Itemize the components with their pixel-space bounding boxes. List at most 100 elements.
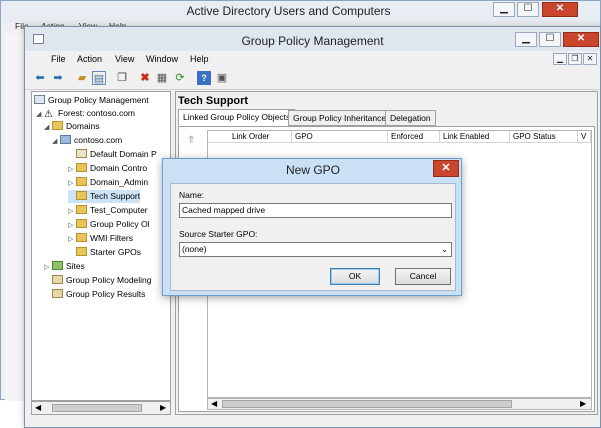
ou-icon	[76, 177, 87, 186]
tab-delegation[interactable]: Delegation	[385, 110, 436, 126]
column-gpo[interactable]: GPO	[292, 131, 388, 143]
expand-icon[interactable]: ▷	[68, 205, 76, 218]
tree-item-gp-results[interactable]: Group Policy Results	[44, 288, 145, 301]
gpm-minimize-button[interactable]: ▁	[515, 32, 537, 47]
ad-maximize-button[interactable]: ☐	[517, 2, 539, 17]
gpm-maximize-button[interactable]: ☐	[539, 32, 561, 47]
scroll-right-icon[interactable]: ▶	[160, 403, 166, 412]
tree-item-gpo-container[interactable]: ▷ Group Policy Ol	[68, 218, 150, 231]
folder-icon	[76, 233, 87, 242]
column-gpo-status[interactable]: GPO Status	[510, 131, 578, 143]
gpo-name-input[interactable]: Cached mapped drive	[179, 203, 452, 218]
gpo-link-icon	[76, 149, 87, 158]
tree-item-label: Domains	[66, 121, 100, 131]
column-link-order[interactable]: Link Order	[208, 131, 292, 143]
back-arrow-icon[interactable]: ⬅	[33, 71, 47, 85]
name-label: Name:	[179, 190, 205, 200]
forward-arrow-icon[interactable]: ➡	[51, 71, 65, 85]
help-icon[interactable]: ?	[197, 71, 211, 85]
tree-item-default-domain-policy[interactable]: Default Domain P	[68, 148, 157, 161]
tree-item-domain-admin[interactable]: ▷ Domain_Admin	[68, 176, 148, 189]
menu-file[interactable]: File	[51, 54, 66, 64]
dialog-title: New GPO	[285, 163, 340, 177]
tree-item-contoso[interactable]: ◢ contoso.com	[52, 134, 122, 147]
folder-icon	[76, 219, 87, 228]
collapse-icon[interactable]: ◢	[52, 135, 60, 148]
menu-view[interactable]: View	[115, 54, 134, 64]
ad-minimize-button[interactable]: ▁	[493, 2, 515, 17]
tree-item-test-computers[interactable]: ▷ Test_Computer	[68, 204, 148, 217]
chevron-down-icon[interactable]: ⌄	[441, 243, 448, 256]
ok-button[interactable]: OK	[330, 268, 380, 285]
tree-item-forest[interactable]: ◢ ⚠ Forest: contoso.com	[36, 107, 135, 120]
sites-icon	[52, 261, 63, 270]
tree-item-domains[interactable]: ◢ Domains	[44, 120, 100, 133]
selected-ou-title: Tech Support	[178, 95, 249, 107]
tab-gp-inheritance[interactable]: Group Policy Inheritance	[288, 110, 392, 126]
expand-icon[interactable]: ▷	[68, 177, 76, 190]
show-hide-tree-icon[interactable]: ▤	[92, 71, 106, 85]
gpm-titlebar[interactable]: Group Policy Management ▁ ☐ ✕	[25, 27, 600, 51]
scroll-right-icon[interactable]: ▶	[580, 399, 586, 408]
console-icon[interactable]: ▣	[215, 71, 229, 85]
ad-titlebar[interactable]: Active Directory Users and Computers ▁ ☐…	[1, 1, 600, 23]
tree-item-label: Tech Support	[90, 191, 141, 201]
column-enforced[interactable]: Enforced	[388, 131, 440, 143]
tree-item-gp-modeling[interactable]: Group Policy Modeling	[44, 274, 152, 287]
menu-window[interactable]: Window	[146, 54, 178, 64]
tree-item-wmi-filters[interactable]: ▷ WMI Filters	[68, 232, 133, 245]
tree-item-label: contoso.com	[74, 135, 123, 145]
tree-item-sites[interactable]: ▷ Sites	[44, 260, 85, 273]
collapse-icon[interactable]: ◢	[44, 121, 52, 134]
tree-item-label: Starter GPOs	[90, 247, 142, 257]
copy-icon[interactable]: ❐	[115, 71, 129, 85]
collapse-icon[interactable]: ◢	[36, 108, 44, 121]
status-bar	[31, 419, 598, 427]
source-starter-select[interactable]: (none) ⌄	[179, 242, 452, 257]
new-gpo-dialog: New GPO ✕ Name: Cached mapped drive Sour…	[162, 158, 462, 296]
tree-item-tech-support[interactable]: Tech Support	[68, 190, 141, 203]
forest-icon: ⚠	[44, 109, 53, 120]
tree-item-domain-controllers[interactable]: ▷ Domain Contro	[68, 162, 147, 175]
menu-help[interactable]: Help	[190, 54, 209, 64]
expand-icon[interactable]: ▷	[68, 219, 76, 232]
move-up-icon[interactable]: ⇑	[187, 135, 195, 146]
menu-action[interactable]: Action	[77, 54, 102, 64]
up-folder-icon[interactable]: ▰	[75, 71, 89, 85]
tree-item-label: Forest: contoso.com	[58, 108, 136, 118]
cancel-button[interactable]: Cancel	[395, 268, 451, 285]
tree-item-gpm-root[interactable]: Group Policy Management	[34, 94, 149, 107]
scroll-thumb[interactable]	[52, 404, 142, 412]
source-starter-label: Source Starter GPO:	[179, 229, 258, 239]
ou-icon	[76, 205, 87, 214]
tab-linked-gpos[interactable]: Linked Group Policy Objects	[178, 109, 296, 126]
mdi-restore-button[interactable]: ❐	[568, 53, 582, 65]
tree-item-label: Domain Contro	[90, 163, 148, 173]
mdi-close-button[interactable]: ✕	[583, 53, 597, 65]
list-horizontal-scrollbar[interactable]: ◀ ▶	[207, 398, 592, 410]
results-icon	[52, 289, 63, 298]
scroll-left-icon[interactable]: ◀	[211, 399, 217, 408]
scroll-thumb[interactable]	[222, 400, 512, 408]
expand-icon[interactable]: ▷	[44, 261, 52, 274]
column-link-enabled[interactable]: Link Enabled	[440, 131, 510, 143]
tree-item-label: Test_Computer	[90, 205, 148, 215]
tree-item-label: Sites	[66, 261, 85, 271]
console-tree: Group Policy Management ◢ ⚠ Forest: contos…	[31, 91, 171, 401]
tree-item-starter-gpos[interactable]: Starter GPOs	[68, 246, 141, 259]
expand-icon[interactable]: ▷	[68, 163, 76, 176]
delete-icon[interactable]: ✖	[138, 71, 152, 85]
ad-close-button[interactable]: ✕	[542, 2, 578, 17]
dialog-close-button[interactable]: ✕	[433, 160, 459, 177]
tree-horizontal-scrollbar[interactable]: ◀ ▶	[31, 401, 171, 415]
gpm-close-button[interactable]: ✕	[563, 32, 599, 47]
column-wmi-filter[interactable]: V	[578, 131, 591, 143]
mdi-minimize-button[interactable]: ▁	[553, 53, 567, 65]
ad-window-title: Active Directory Users and Computers	[186, 4, 391, 18]
properties-icon[interactable]: ▦	[155, 71, 169, 85]
tree-item-label: Default Domain P	[90, 149, 157, 159]
domain-icon	[60, 135, 71, 144]
expand-icon[interactable]: ▷	[68, 233, 76, 246]
refresh-icon[interactable]: ⟳	[173, 71, 187, 85]
scroll-left-icon[interactable]: ◀	[35, 403, 41, 412]
